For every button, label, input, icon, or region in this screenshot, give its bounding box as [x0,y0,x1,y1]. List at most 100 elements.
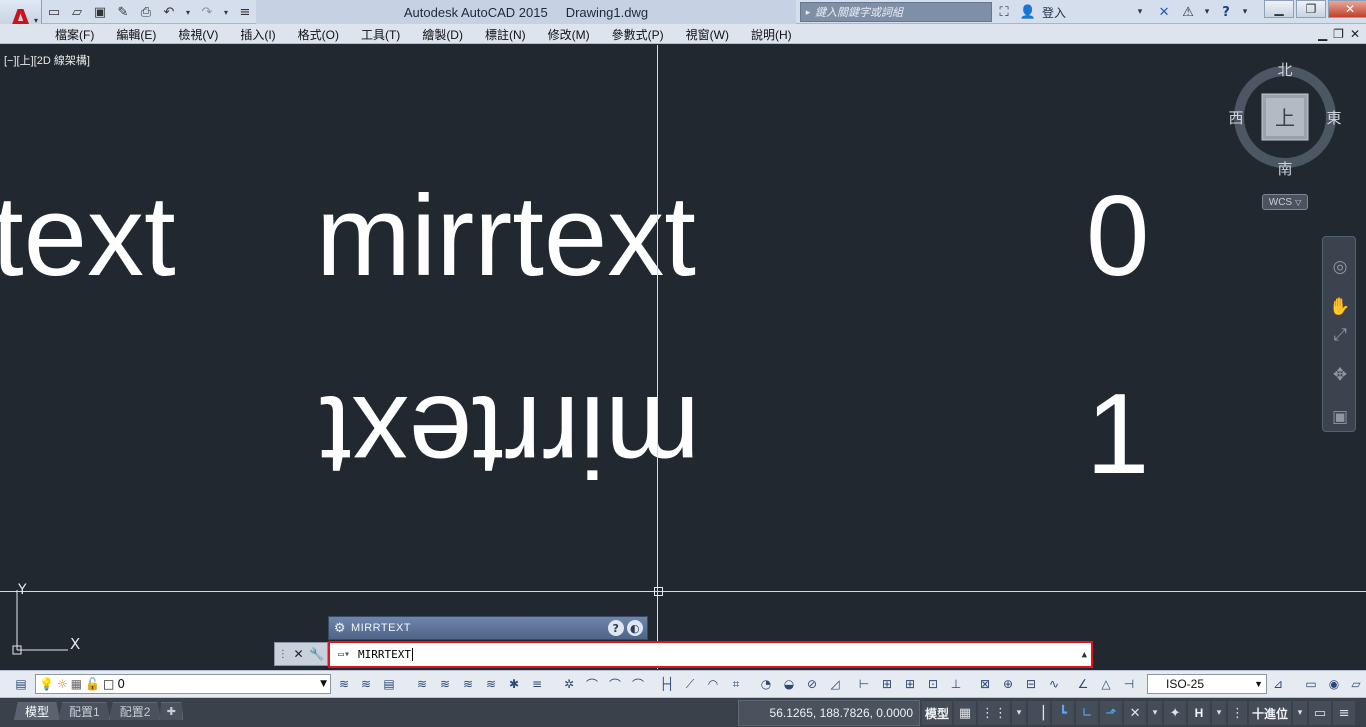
tab-layout1[interactable]: 配置1 [58,702,111,720]
command-line-handle[interactable]: ⋮ ✕ 🔧 [274,642,328,666]
jogged-linear-icon[interactable]: ∿ [1045,674,1063,694]
dimension-update-icon[interactable]: ⊣ [1120,674,1138,694]
menu-insert[interactable]: 插入(I) [229,26,286,43]
units-display[interactable]: 十進位 [1249,701,1292,725]
baseline-dimension-icon[interactable]: ⊞ [878,674,896,694]
help-dropdown-icon[interactable]: ▾ [1240,2,1250,22]
tab-model[interactable]: 模型 [14,702,61,720]
polar-tracking-icon[interactable]: ∟ [1076,701,1099,725]
close-button[interactable]: ✕ [1328,0,1366,18]
orbit-icon[interactable]: ✥ [1328,363,1352,387]
object-snap-icon[interactable]: ✕ [1124,701,1147,725]
layer-dropdown[interactable]: 💡 ☼ ▦ 🔓 □ 0 ▼ [35,674,331,694]
exchange-icon[interactable]: ✕ [1154,2,1174,22]
viewcube[interactable]: 上 北 南 東 西 [1222,58,1348,184]
redo-icon[interactable]: ↷ [197,2,217,22]
arc-length-icon[interactable]: ◠ [704,674,722,694]
isometric-icon[interactable]: ⬏ [1100,701,1123,725]
continue-dimension-icon[interactable]: ⊞ [901,674,919,694]
grip-icon[interactable]: ⋮ [278,649,288,660]
steering-wheel-icon[interactable]: ◎ [1328,255,1352,279]
dimension-space-icon[interactable]: ⊡ [924,674,942,694]
layer-isolate-icon[interactable]: ≋ [413,674,431,694]
inspect-icon[interactable]: ⊟ [1022,674,1040,694]
command-prompt-icon[interactable]: ▭▾ [330,649,358,660]
layer-off-icon[interactable]: ≋ [482,674,500,694]
drawing-text-partial[interactable]: rtext [0,180,176,294]
help-icon[interactable]: ? [1216,2,1236,22]
doc-minimize-icon[interactable]: ▁ [1318,27,1327,41]
command-history-up-icon[interactable]: ▲ [1082,650,1087,660]
minimize-button[interactable]: ▁ [1264,0,1294,18]
dimension-break-icon[interactable]: ⊥ [947,674,965,694]
layer-unlock-icon[interactable]: ⌒ [629,674,647,694]
viewport-controls-label[interactable]: [−][上][2D 線架構] [4,52,90,68]
linear-dimension-icon[interactable]: ├┤ [658,674,676,694]
pan-hand-icon[interactable]: ✋ [1328,295,1352,319]
layer-merge-icon[interactable]: ≡ [528,674,546,694]
menu-window[interactable]: 視窗(W) [675,26,740,43]
gear-icon[interactable]: ⚙ [329,621,351,636]
compass-east[interactable]: 東 [1326,109,1341,127]
table-style-icon[interactable]: ▭ [1302,674,1320,694]
plot-icon[interactable]: ⎙ [136,2,156,22]
compass-south[interactable]: 南 [1277,160,1292,178]
menu-dimension[interactable]: 標註(N) [474,26,537,43]
settings-globe-icon[interactable]: ◐ [627,620,643,636]
units-dropdown-icon[interactable]: ▾ [1293,701,1308,725]
save-icon[interactable]: ▣ [90,2,110,22]
match-layer-icon[interactable]: ≋ [357,674,375,694]
close-icon[interactable]: ✕ [293,647,303,661]
annotation-scale-dropdown-icon[interactable]: ▾ [1212,701,1227,725]
ordinate-dimension-icon[interactable]: ⌗ [727,674,745,694]
snap-dropdown-icon-2[interactable]: ▾ [1148,701,1163,725]
ortho-icon[interactable]: ┗ [1052,701,1075,725]
aligned-dimension-icon[interactable]: ⟋ [681,674,699,694]
stay-connected-dropdown-icon[interactable]: ▾ [1202,2,1212,22]
annotation-scale[interactable]: H [1188,701,1211,725]
showmotion-icon[interactable]: ▣ [1328,405,1352,429]
restore-button[interactable]: ❐ [1296,0,1326,18]
save-as-icon[interactable]: ✎ [113,2,133,22]
diameter-dimension-icon[interactable]: ⊘ [803,674,821,694]
layer-on-icon[interactable]: ✲ [560,674,578,694]
wrench-icon[interactable]: 🔧 [309,647,324,661]
drawing-text-mirrtext[interactable]: mirrtext [316,180,696,294]
dimension-style-manager-icon[interactable]: ⊿ [1269,674,1287,694]
jogged-dimension-icon[interactable]: ◒ [780,674,798,694]
customization-menu-icon[interactable]: ≡ [1333,701,1356,725]
menu-file[interactable]: 檔案(F) [44,26,105,43]
drawing-text-mirrored[interactable]: mirrtext [320,372,700,499]
layer-thaw-icon[interactable]: ⌒ [583,674,601,694]
dimension-style-dropdown[interactable]: ISO-25 ▼ [1147,674,1267,694]
plot-style-icon[interactable]: ▱ [1347,674,1365,694]
doc-restore-icon[interactable]: ❐ [1333,27,1344,41]
dimension-edit-icon[interactable]: ∠ [1074,674,1092,694]
dynamic-input-icon[interactable]: ▕ [1028,701,1051,725]
layer-unisolate-icon[interactable]: ≋ [436,674,454,694]
snap-dropdown-icon[interactable]: ▾ [1012,701,1027,725]
new-file-icon[interactable]: ▭ [44,2,64,22]
radius-dimension-icon[interactable]: ◔ [757,674,775,694]
drawing-text-zero[interactable]: 0 [1086,180,1149,294]
tab-layout2[interactable]: 配置2 [108,702,162,720]
angular-dimension-icon[interactable]: ◿ [826,674,844,694]
search-box[interactable]: ▸ 鍵入關鍵字或詞組 [800,2,992,22]
layer-lock-icon[interactable]: ⌒ [606,674,624,694]
snap-icon[interactable]: ⋮⋮ [978,701,1011,725]
drawing-viewport[interactable] [0,45,1366,669]
menu-help[interactable]: 說明(H) [740,26,803,43]
customize-qat-icon[interactable]: ≡ [235,2,255,22]
layer-properties-icon[interactable]: ▤ [12,674,30,694]
drawing-text-one[interactable]: 1 [1086,378,1149,492]
menu-parametric[interactable]: 參數式(P) [601,26,675,43]
grid-icon[interactable]: ▦ [954,701,977,725]
center-mark-icon[interactable]: ⊕ [999,674,1017,694]
redo-dropdown-icon[interactable]: ▾ [220,2,232,22]
clean-screen-icon[interactable]: ▭ [1309,701,1332,725]
dimension-text-edit-icon[interactable]: △ [1097,674,1115,694]
user-icon[interactable]: 👤 [1018,2,1038,22]
layer-walk-icon[interactable]: ✱ [505,674,523,694]
open-folder-icon[interactable]: ▱ [67,2,87,22]
menu-view[interactable]: 檢視(V) [167,26,229,43]
